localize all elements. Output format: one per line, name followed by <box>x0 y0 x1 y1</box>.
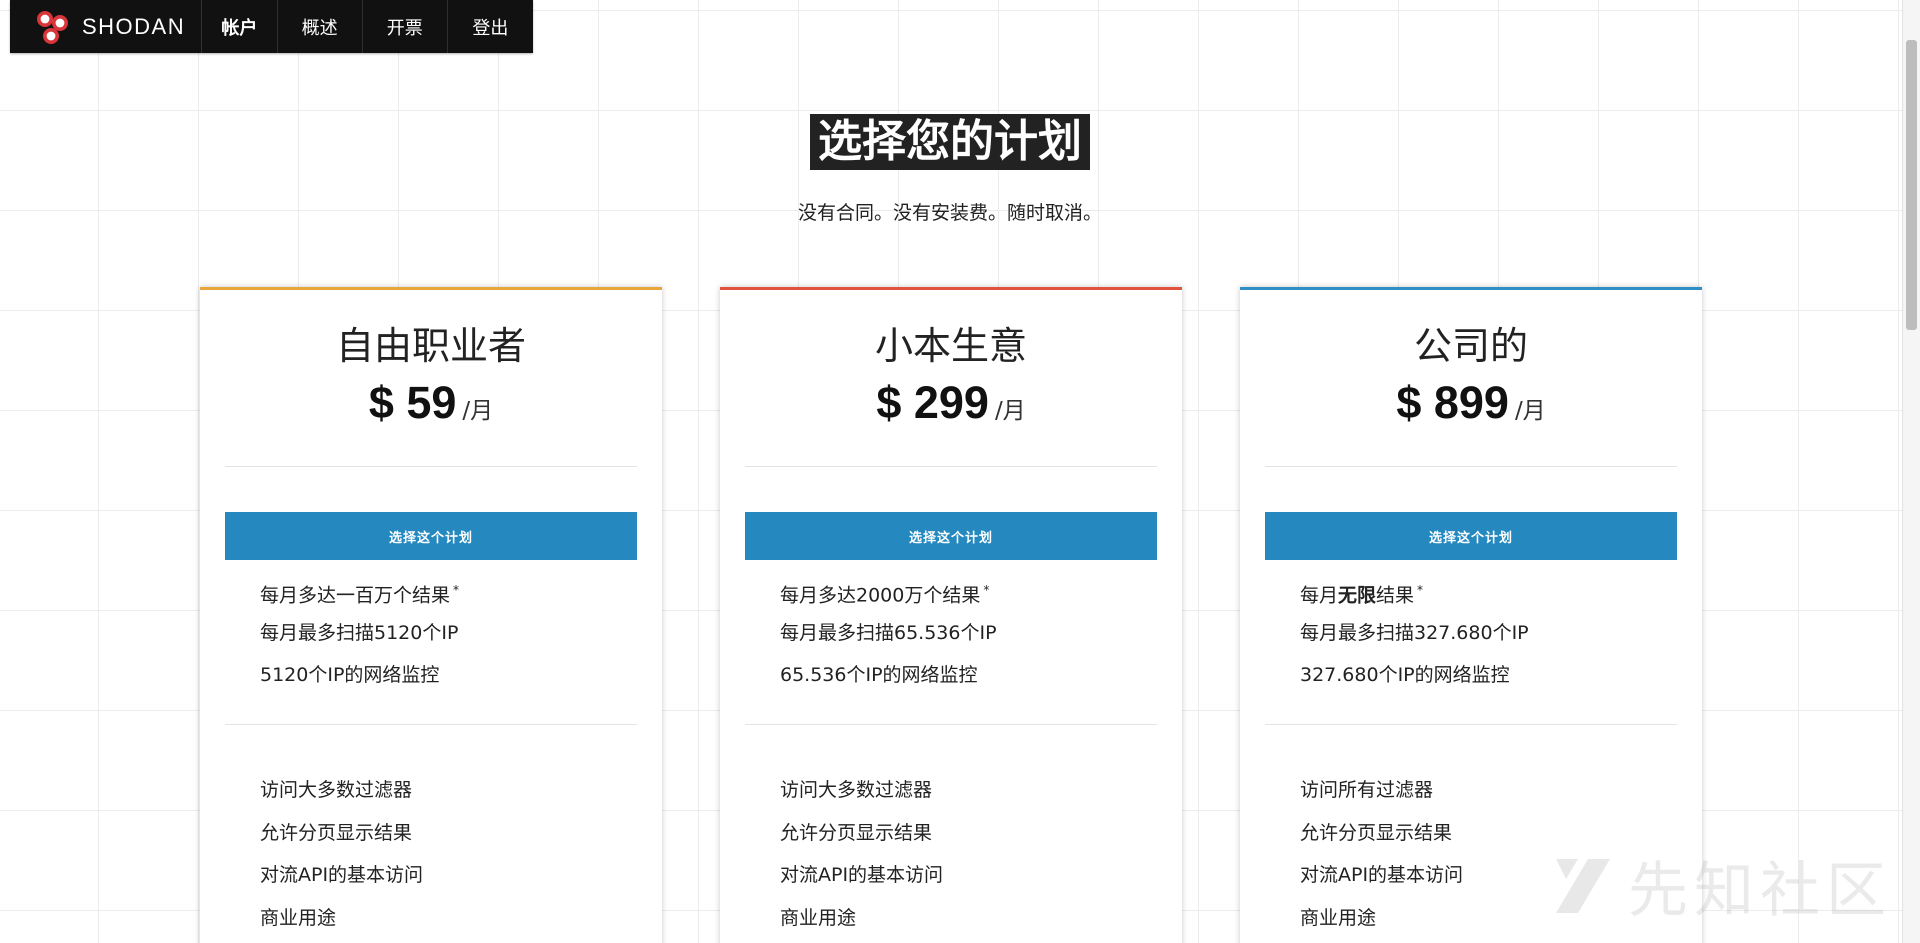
price-row: $ 59/月 <box>200 377 662 429</box>
plan-name: 自由职业者 <box>335 324 526 368</box>
feature-item: 65.536个IP的网络监控 <box>780 664 978 686</box>
plan-name: 公司的 <box>1413 324 1528 368</box>
scrollbar-thumb[interactable] <box>1906 40 1917 330</box>
brand-name: SHODAN <box>82 13 186 39</box>
vertical-scrollbar[interactable] <box>1902 0 1920 943</box>
select-plan-button[interactable]: 选择这个计划 <box>745 512 1157 560</box>
feature-item: 商业用途 <box>260 906 337 929</box>
feature-item: 每月最多扫描65.536个IP <box>780 621 997 644</box>
page-title-wrap: 选择您的计划 <box>0 114 1900 170</box>
feature-item: 每月无限结果 * <box>1300 583 1424 607</box>
select-plan-button[interactable]: 选择这个计划 <box>225 512 637 560</box>
feature-item: 每月多达2000万个结果 * <box>780 583 990 607</box>
feature-item: 商业用途 <box>780 906 857 929</box>
plan-accent-bar <box>1240 287 1702 290</box>
feature-list-access: 访问大多数过滤器 允许分页显示结果 对流API的基本访问 商业用途 <box>260 769 642 939</box>
shodan-logo-icon <box>37 10 68 44</box>
footnote-mark: * <box>1417 583 1424 597</box>
feature-item: 每月最多扫描327.680个IP <box>1300 621 1529 644</box>
watermark: 先知社区 <box>1548 842 1892 929</box>
feature-item: 访问大多数过滤器 <box>260 779 413 801</box>
feature-item: 每月最多扫描5120个IP <box>260 621 459 644</box>
page-title: 选择您的计划 <box>810 114 1090 170</box>
feature-item: 327.680个IP的网络监控 <box>1300 664 1510 686</box>
feature-item: 每月多达一百万个结果 * <box>260 583 460 607</box>
divider <box>1265 724 1677 725</box>
plan-accent-bar <box>720 287 1182 290</box>
plan-price: $ 59 <box>368 377 457 428</box>
top-navbar: SHODAN 帐户 概述 开票 登出 <box>10 0 533 53</box>
feature-item: 对流API的基本访问 <box>260 864 424 886</box>
divider <box>745 466 1157 467</box>
plan-card-small-business: 小本生意 $ 299/月 选择这个计划 每月多达2000万个结果 * 每月最多扫描… <box>720 287 1182 943</box>
plan-accent-bar <box>200 287 662 290</box>
nav-item-logout[interactable]: 登出 <box>448 0 533 53</box>
feature-item: 5120个IP的网络监控 <box>260 664 440 686</box>
feature-item: 允许分页显示结果 <box>780 821 933 844</box>
divider <box>225 724 637 725</box>
plan-name: 小本生意 <box>874 324 1027 368</box>
divider <box>1265 466 1677 467</box>
divider <box>225 466 637 467</box>
watermark-text: 先知社区 <box>1628 856 1892 926</box>
page-subtitle: 没有合同。没有安装费。随时取消。 <box>797 202 1102 224</box>
plan-price: $ 899 <box>1396 377 1509 428</box>
plan-period: /月 <box>1514 398 1546 424</box>
footnote-mark: * <box>453 583 460 597</box>
feature-list-limits: 每月多达2000万个结果 * 每月最多扫描65.536个IP 65.536个IP的… <box>780 569 1162 697</box>
feature-item: 访问所有过滤器 <box>1300 779 1434 801</box>
shodan-brand-link[interactable]: SHODAN <box>10 0 203 53</box>
nav-item-billing[interactable]: 开票 <box>363 0 448 53</box>
feature-highlight: 无限 <box>1338 584 1377 607</box>
plan-card-freelancer: 自由职业者 $ 59/月 选择这个计划 每月多达一百万个结果 * 每月最多扫描51… <box>200 287 662 943</box>
divider <box>745 724 1157 725</box>
feature-item: 访问大多数过滤器 <box>780 779 933 801</box>
nav-item-overview[interactable]: 概述 <box>278 0 363 53</box>
plan-period: /月 <box>462 398 494 424</box>
feature-list-access: 访问大多数过滤器 允许分页显示结果 对流API的基本访问 商业用途 <box>780 769 1162 939</box>
plan-period: /月 <box>994 398 1026 424</box>
feature-list-limits: 每月无限结果 * 每月最多扫描327.680个IP 327.680个IP的网络监控 <box>1300 569 1682 697</box>
footnote-mark: * <box>983 583 990 597</box>
feature-list-limits: 每月多达一百万个结果 * 每月最多扫描5120个IP 5120个IP的网络监控 <box>260 569 642 697</box>
feature-item: 对流API的基本访问 <box>780 864 944 886</box>
price-row: $ 899/月 <box>1240 377 1702 429</box>
select-plan-button[interactable]: 选择这个计划 <box>1265 512 1677 560</box>
price-row: $ 299/月 <box>720 377 1182 429</box>
plan-price: $ 299 <box>876 377 989 428</box>
feature-item: 允许分页显示结果 <box>260 821 413 844</box>
nav-item-account[interactable]: 帐户 <box>202 0 278 53</box>
xianzhi-logo-icon <box>1556 858 1610 913</box>
